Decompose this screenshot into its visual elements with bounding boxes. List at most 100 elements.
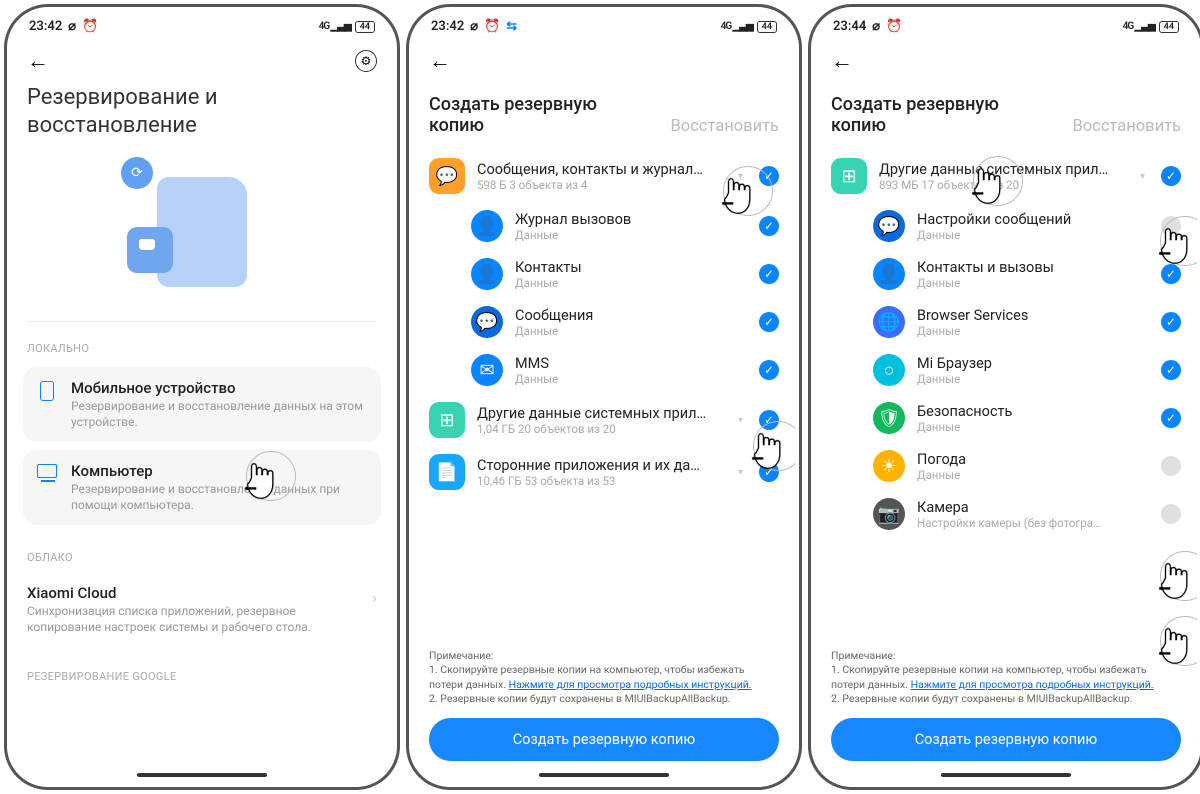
xiaomi-cloud-item[interactable]: Xiaomi Cloud Синхронизация списка прилож… [11, 572, 393, 647]
tab-restore[interactable]: Восстановить [670, 117, 779, 136]
checkbox[interactable]: ✓ [1161, 264, 1181, 284]
item-sub: Данные [515, 228, 747, 242]
item-sub: Данные [917, 228, 1149, 242]
pc-title: Компьютер [71, 462, 367, 480]
footnote: Примечание: 1. Скопируйте резервные копи… [429, 649, 779, 706]
group2-title: Другие данные системных прил… [477, 405, 726, 422]
item-title: Сообщения [515, 307, 747, 324]
battery-icon: 44 [1159, 21, 1179, 33]
sub-item[interactable]: ○ Mi БраузерДанные ✓ [815, 346, 1197, 394]
home-indicator[interactable] [941, 773, 1071, 777]
checkbox[interactable] [1161, 504, 1181, 524]
sub-item[interactable]: 💬 Настройки сообщенийДанные [815, 202, 1197, 250]
item-title: Безопасность [917, 403, 1149, 420]
dnd-icon: ⌀ [68, 19, 76, 34]
tab-backup[interactable]: Создать резервную копию [831, 94, 1056, 136]
checkbox[interactable] [1161, 456, 1181, 476]
group-system-apps[interactable]: ⊞ Другие данные системных прил… 893 МБ 1… [815, 150, 1197, 202]
checkbox[interactable]: ✓ [1161, 166, 1181, 186]
item-sub: Данные [515, 276, 747, 290]
note-link[interactable]: Нажмите для просмотра подробных инструкц… [911, 678, 1154, 691]
sub-item[interactable]: 🛡 БезопасностьДанные ✓ [815, 394, 1197, 442]
checkbox[interactable]: ✓ [759, 360, 779, 380]
mobile-desc: Резервирование и восстановление данных н… [71, 399, 367, 430]
item-sub: Данные [917, 276, 1149, 290]
app-icon: ☀ [873, 450, 905, 482]
group-system-apps[interactable]: ⊞ Другие данные системных прил… 1,04 ГБ … [413, 394, 795, 446]
cloud-desc: Синхронизация списка приложений, резервн… [27, 604, 372, 635]
footnote: Примечание: 1. Скопируйте резервные копи… [831, 649, 1181, 706]
chevron-down-icon: ▾ [738, 171, 743, 182]
group1-sub: 598 Б 3 объекта из 4 [477, 178, 726, 192]
group-messages-contacts[interactable]: 💬 Сообщения, контакты и журнал… 598 Б 3 … [413, 150, 795, 202]
dnd-icon: ⌀ [872, 19, 880, 34]
item-title: MMS [515, 355, 747, 372]
create-backup-button[interactable]: Создать резервную копию [429, 718, 779, 761]
network-icon: 4G ▁▃▅ [1123, 21, 1155, 32]
status-bar: 23:42⌀⏰⇆ 4G ▁▃▅44 [413, 11, 795, 38]
tab-backup[interactable]: Создать резервную копию [429, 94, 654, 136]
chevron-down-icon: ▾ [738, 467, 743, 478]
apps-group-icon: ⊞ [831, 158, 867, 194]
sub-item[interactable]: ☀ ПогодаДанные [815, 442, 1197, 490]
create-backup-button[interactable]: Создать резервную копию [831, 718, 1181, 761]
checkbox[interactable]: ✓ [759, 264, 779, 284]
sub-item[interactable]: 👤 Журнал вызововДанные ✓ [413, 202, 795, 250]
app-icon: 👤 [873, 258, 905, 290]
status-bar: 23:44⌀⏰ 4G ▁▃▅44 [815, 11, 1197, 38]
computer-card[interactable]: Компьютер Резервирование и восстановлени… [23, 450, 381, 525]
pc-desc: Резервирование и восстановление данных п… [71, 482, 367, 513]
sub-item[interactable]: 👤 КонтактыДанные ✓ [413, 250, 795, 298]
checkbox[interactable]: ✓ [759, 312, 779, 332]
sub-item[interactable]: 💬 СообщенияДанные ✓ [413, 298, 795, 346]
sub-item[interactable]: 👤 Контакты и вызовыДанные ✓ [815, 250, 1197, 298]
app-icon: 🌐 [873, 306, 905, 338]
home-indicator[interactable] [539, 773, 669, 777]
back-button[interactable]: ← [27, 48, 49, 74]
messages-group-icon: 💬 [429, 158, 465, 194]
checkbox[interactable]: ✓ [1161, 360, 1181, 380]
sub-item[interactable]: ✉ MMSДанные ✓ [413, 346, 795, 394]
app-icon: 💬 [471, 306, 503, 338]
app-icon: 🛡 [873, 402, 905, 434]
page-title: Резервирование и восстановление [11, 84, 393, 147]
mobile-device-card[interactable]: Мобильное устройство Резервирование и во… [23, 367, 381, 442]
app-icon: 👤 [471, 210, 503, 242]
checkbox[interactable]: ✓ [1161, 408, 1181, 428]
transfer-icon: ⇆ [506, 19, 517, 34]
item-title: Настройки сообщений [917, 211, 1149, 228]
footer: Примечание: 1. Скопируйте резервные копи… [815, 643, 1197, 783]
checkbox[interactable]: ✓ [759, 216, 779, 236]
sub-item[interactable]: 🌐 Browser ServicesДанные ✓ [815, 298, 1197, 346]
item-sub: Данные [917, 372, 1149, 386]
home-indicator[interactable] [137, 773, 267, 777]
alarm-icon: ⏰ [886, 19, 902, 34]
network-icon: 4G ▁▃▅ [721, 21, 753, 32]
sub-item[interactable]: 📷 КамераНастройки камеры (без фотогра… [815, 490, 1197, 538]
app-icon: ✉ [471, 354, 503, 386]
footer: Примечание: 1. Скопируйте резервные копи… [413, 643, 795, 783]
tab-restore[interactable]: Восстановить [1072, 117, 1181, 136]
chevron-down-icon: ▾ [738, 415, 743, 426]
back-button[interactable]: ← [429, 48, 451, 74]
app-icon: 👤 [471, 258, 503, 290]
network-icon: 4G ▁▃▅ [319, 21, 351, 32]
checkbox[interactable]: ✓ [759, 462, 779, 482]
item-title: Mi Браузер [917, 355, 1149, 372]
phone-1: 23:42 ⌀ ⏰ 4G ▁▃▅ 44 ← ⚙ Резервирование и… [4, 4, 400, 790]
back-button[interactable]: ← [831, 48, 853, 74]
checkbox[interactable]: ✓ [759, 166, 779, 186]
item-sub: Данные [917, 420, 1149, 434]
pc-icon [37, 464, 57, 478]
settings-button[interactable]: ⚙ [355, 50, 377, 72]
checkbox[interactable]: ✓ [759, 410, 779, 430]
checkbox[interactable]: ✓ [1161, 312, 1181, 332]
group-thirdparty-apps[interactable]: 📄 Сторонние приложения и их да… 10,46 ГБ… [413, 446, 795, 498]
item-sub: Данные [917, 468, 1149, 482]
section-local-label: ЛОКАЛЬНО [11, 338, 393, 363]
checkbox[interactable] [1161, 216, 1181, 236]
note-link[interactable]: Нажмите для просмотра подробных инструкц… [509, 678, 752, 691]
group3-sub: 10,46 ГБ 53 объекта из 53 [477, 474, 726, 488]
section-cloud-label: ОБЛАКО [11, 547, 393, 572]
thirdparty-group-icon: 📄 [429, 454, 465, 490]
